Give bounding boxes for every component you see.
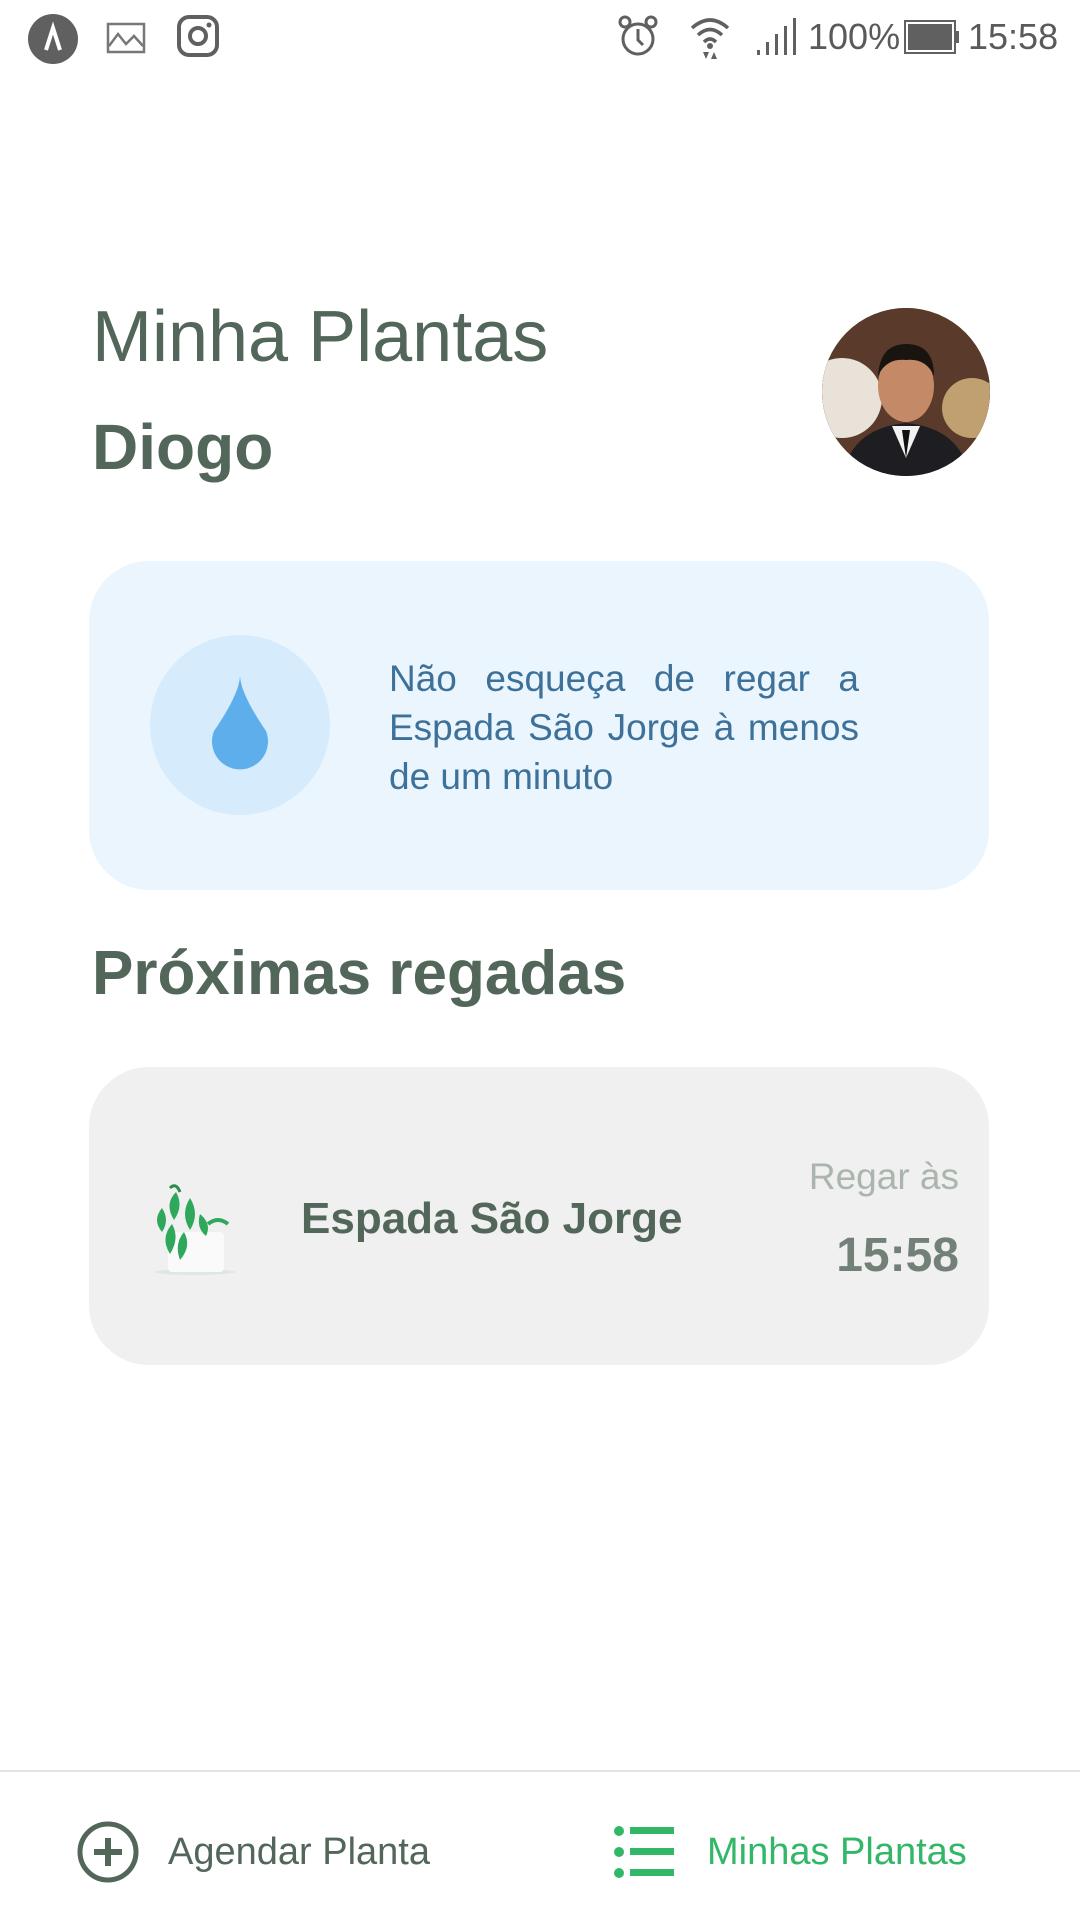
tab-label: Minhas Plantas: [707, 1830, 967, 1873]
alert-message: Não esqueça de regar a Espada São Jorge …: [389, 658, 859, 797]
avatar[interactable]: [822, 308, 990, 476]
list-icon: [614, 1826, 674, 1878]
status-bar: 100% 15:58: [0, 0, 1080, 75]
water-drop-icon: [212, 675, 268, 770]
tab-bar-divider: [0, 1770, 1080, 1772]
alarm-icon: [618, 15, 658, 56]
tab-agendar-planta[interactable]: Agendar Planta: [76, 1820, 430, 1884]
water-time: 15:58: [836, 1229, 959, 1282]
drop-icon-container: [150, 635, 330, 815]
gallery-icon: [106, 22, 146, 54]
add-circle-icon: [77, 1821, 139, 1883]
battery-percent: 100%: [808, 16, 901, 57]
tab-minhas-plantas[interactable]: Minhas Plantas: [614, 1820, 967, 1884]
section-title: Próximas regadas: [92, 939, 627, 1008]
tab-label: Agendar Planta: [168, 1830, 430, 1873]
page-title: Minha Plantas: [92, 297, 549, 377]
user-name: Diogo: [92, 411, 274, 483]
water-time-label: Regar às: [808, 1156, 959, 1197]
plant-name: Espada São Jorge: [301, 1194, 683, 1243]
wifi-icon: [690, 18, 730, 59]
plant-icon: [155, 1184, 235, 1275]
clock: 15:58: [968, 16, 1059, 57]
avatar-photo: [822, 308, 990, 476]
battery-icon: [904, 20, 959, 54]
app-icon: [28, 14, 78, 64]
instagram-icon: [177, 15, 219, 57]
signal-icon: [757, 18, 796, 55]
